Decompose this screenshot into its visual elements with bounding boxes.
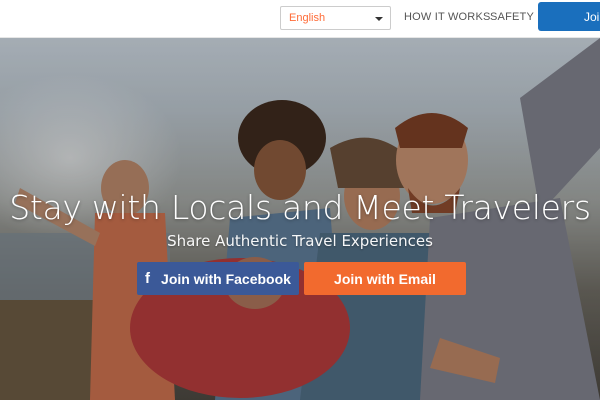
nav-link-how-it-works[interactable]: HOW IT WORKS [404,11,491,23]
join-with-facebook-button[interactable]: f Join with Facebook [137,262,299,295]
join-button[interactable]: Join [538,2,600,31]
hero-section: Stay with Locals and Meet Travelers Shar… [0,38,600,400]
hero-subtitle: Share Authentic Travel Experiences [167,232,433,250]
top-navigation-bar: English HOW IT WORKS SAFETY Join [0,0,600,38]
join-with-facebook-label: Join with Facebook [161,270,291,287]
facebook-icon: f [145,270,151,287]
join-button-label: Join [584,9,600,24]
chevron-down-icon [375,17,383,21]
hero-title: Stay with Locals and Meet Travelers [9,188,591,227]
nav-link-safety[interactable]: SAFETY [490,11,534,23]
join-with-email-label: Join with Email [334,270,436,287]
join-with-email-button[interactable]: Join with Email [304,262,466,295]
language-select[interactable]: English [280,6,391,30]
